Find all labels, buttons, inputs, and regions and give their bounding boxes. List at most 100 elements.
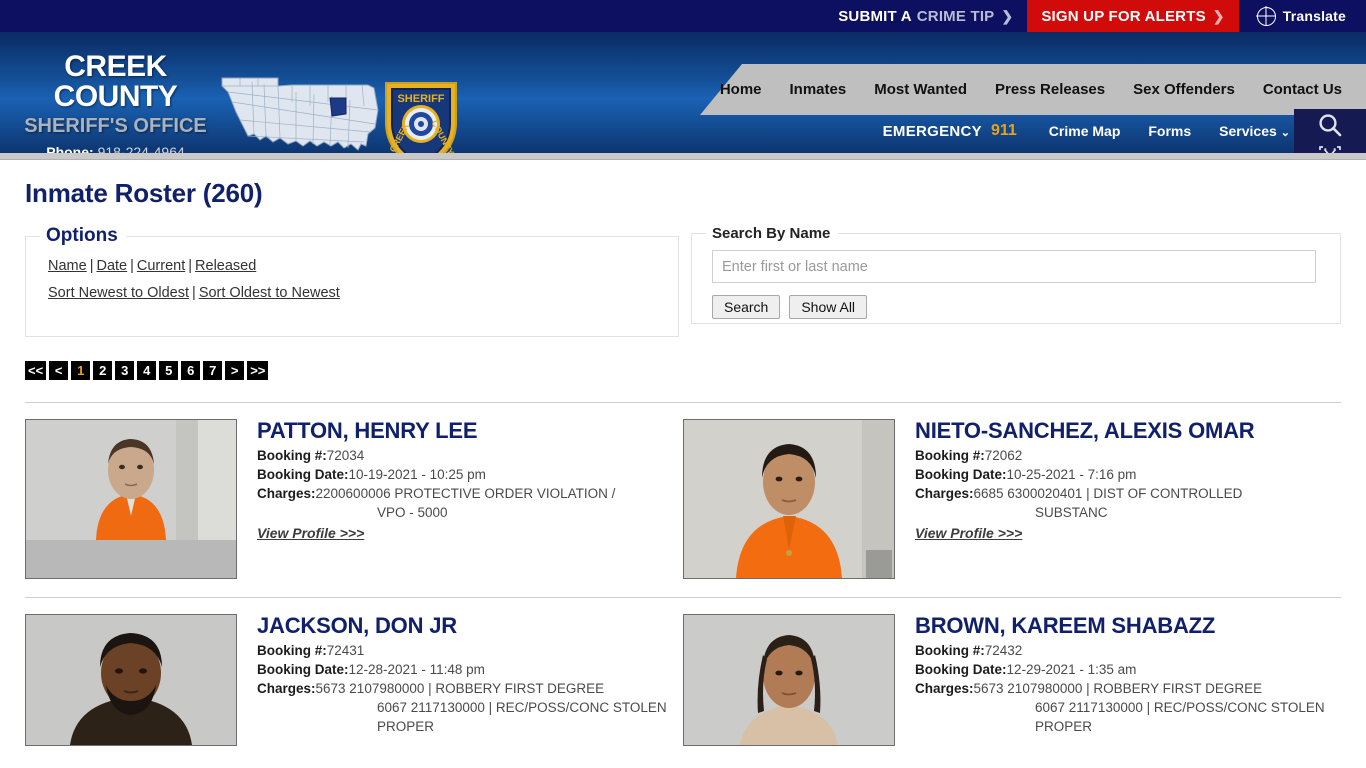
- pagination-last[interactable]: >>: [247, 361, 269, 380]
- show-all-button[interactable]: Show All: [789, 295, 868, 319]
- charges-line: 5673 2107980000 | ROBBERY FIRST DEGREE: [973, 680, 1263, 696]
- nav-item-forms[interactable]: Forms: [1134, 123, 1205, 139]
- view-profile-link[interactable]: View Profile >>>: [915, 525, 1022, 541]
- booking-number-label: Booking #:: [915, 447, 985, 463]
- roster-row: PATTON, HENRY LEE Booking #:72034 Bookin…: [25, 402, 1341, 579]
- emergency-label: EMERGENCY: [882, 122, 982, 140]
- search-legend: Search By Name: [711, 225, 831, 242]
- booking-number-label: Booking #:: [257, 447, 327, 463]
- agency-name-line2: SHERIFF'S OFFICE: [24, 115, 207, 137]
- nav-item-services[interactable]: Services ⌄: [1205, 123, 1304, 139]
- emergency-number: 911: [990, 122, 1017, 139]
- booking-number-label: Booking #:: [257, 642, 327, 658]
- inmate-mugshot[interactable]: [683, 614, 895, 746]
- inmate-info: BROWN, KAREEM SHABAZZ Booking #:72432 Bo…: [915, 614, 1341, 746]
- submit-crime-tip-link[interactable]: SUBMIT A CRIME TIP ❯: [824, 0, 1027, 32]
- page-title: Inmate Roster (260): [25, 178, 263, 208]
- chevron-down-icon: ⌄: [1280, 127, 1290, 139]
- inmate-mugshot[interactable]: [25, 419, 237, 579]
- pagination-page-4[interactable]: 4: [137, 361, 157, 380]
- inmate-booking-number-line: Booking #:72034: [257, 446, 683, 465]
- inmate-name[interactable]: BROWN, KAREEM SHABAZZ: [915, 614, 1341, 638]
- pagination-prev[interactable]: <: [49, 361, 69, 380]
- inmate-name[interactable]: NIETO-SANCHEZ, ALEXIS OMAR: [915, 419, 1341, 443]
- options-separator: |: [192, 285, 196, 301]
- options-separator: |: [130, 258, 134, 274]
- inmate-mugshot[interactable]: [25, 614, 237, 746]
- charges-label: Charges:: [257, 680, 316, 696]
- booking-date-value: 12-28-2021 - 11:48 pm: [348, 661, 485, 677]
- booking-date-value: 12-29-2021 - 1:35 am: [1006, 661, 1137, 677]
- pagination: << < 1 2 3 4 5 6 7 > >>: [25, 361, 1341, 380]
- pagination-page-5[interactable]: 5: [159, 361, 179, 380]
- submit-crime-tip-strong: SUBMIT A: [838, 7, 912, 25]
- sort-link-newest-to-oldest[interactable]: Sort Newest to Oldest: [48, 285, 189, 301]
- pagination-next[interactable]: >: [225, 361, 245, 380]
- booking-number-value: 72034: [326, 447, 365, 463]
- filter-link-date[interactable]: Date: [96, 258, 127, 274]
- pagination-first[interactable]: <<: [25, 361, 47, 380]
- nav-item-most-wanted[interactable]: Most Wanted: [860, 81, 981, 98]
- options-panel: Options Name | Date | Current | Released Sort …: [25, 225, 679, 337]
- nav-item-sex-offenders[interactable]: Sex Offenders: [1119, 81, 1249, 98]
- svg-text:SHERIFF: SHERIFF: [397, 93, 444, 105]
- inmate-card: NIETO-SANCHEZ, ALEXIS OMAR Booking #:720…: [683, 419, 1341, 579]
- booking-date-label: Booking Date:: [915, 661, 1007, 677]
- search-button[interactable]: Search: [711, 295, 781, 319]
- charges-line: VPO - 5000: [377, 504, 448, 520]
- nav-item-crime-map[interactable]: Crime Map: [1035, 123, 1135, 139]
- charges-label: Charges:: [257, 485, 316, 501]
- inmate-info: NIETO-SANCHEZ, ALEXIS OMAR Booking #:720…: [915, 419, 1341, 579]
- booking-date-label: Booking Date:: [257, 661, 349, 677]
- charges-line: 6067 2117130000 | REC/POSS/CONC STOLEN: [377, 699, 667, 715]
- nav-item-contact-us[interactable]: Contact Us: [1249, 81, 1356, 98]
- sort-link-oldest-to-newest[interactable]: Sort Oldest to Newest: [199, 285, 340, 301]
- nav-item-inmates[interactable]: Inmates: [776, 81, 861, 98]
- agency-brand[interactable]: CREEK COUNTY SHERIFF'S OFFICE Phone: 918…: [8, 52, 223, 154]
- charges-line: 2200600006 PROTECTIVE ORDER VIOLATION /: [315, 485, 616, 501]
- booking-number-value: 72062: [984, 447, 1023, 463]
- inmate-roster-list: PATTON, HENRY LEE Booking #:72034 Bookin…: [25, 402, 1341, 746]
- inmate-charges: Charges:2200600006 PROTECTIVE ORDER VIOL…: [257, 484, 683, 522]
- pagination-page-3[interactable]: 3: [115, 361, 135, 380]
- charges-line: SUBSTANC: [1035, 504, 1108, 520]
- phone-label: Phone:: [46, 144, 94, 153]
- inmate-booking-date-line: Booking Date:10-19-2021 - 10:25 pm: [257, 465, 683, 484]
- site-header: CREEK COUNTY SHERIFF'S OFFICE Phone: 918…: [0, 32, 1366, 153]
- booking-number-value: 72431: [326, 642, 365, 658]
- submit-crime-tip-dim: CRIME TIP: [916, 7, 995, 25]
- pagination-page-7[interactable]: 7: [203, 361, 223, 380]
- sign-up-for-alerts-link[interactable]: SIGN UP FOR ALERTS ❯: [1027, 0, 1239, 32]
- pagination-page-1[interactable]: 1: [71, 361, 91, 380]
- filter-link-current[interactable]: Current: [137, 258, 185, 274]
- filter-link-released[interactable]: Released: [195, 258, 256, 274]
- options-separator: |: [188, 258, 193, 274]
- pagination-page-6[interactable]: 6: [181, 361, 201, 380]
- search-share-box[interactable]: SHARE: [1294, 109, 1366, 153]
- pagination-page-2[interactable]: 2: [93, 361, 113, 380]
- oklahoma-map-icon: Oklahoma: [218, 72, 386, 153]
- inmate-name[interactable]: JACKSON, DON JR: [257, 614, 683, 638]
- nav-item-home[interactable]: Home: [706, 81, 776, 98]
- inmate-info: PATTON, HENRY LEE Booking #:72034 Bookin…: [257, 419, 683, 579]
- translate-link[interactable]: Translate: [1239, 0, 1366, 32]
- inmate-name[interactable]: PATTON, HENRY LEE: [257, 419, 683, 443]
- search-input[interactable]: [711, 250, 1316, 283]
- sign-up-for-alerts-label: SIGN UP FOR ALERTS: [1041, 7, 1206, 25]
- view-profile-link[interactable]: View Profile >>>: [257, 525, 364, 541]
- globe-icon: [1256, 6, 1276, 26]
- charges-label: Charges:: [915, 485, 974, 501]
- booking-number-label: Booking #:: [915, 642, 985, 658]
- share-icon[interactable]: [1317, 144, 1343, 153]
- chevron-right-icon: ❯: [1212, 7, 1225, 24]
- filter-link-name[interactable]: Name: [48, 258, 87, 274]
- agency-phone: Phone: 918-224-4964: [8, 144, 223, 153]
- options-sort-links: Sort Newest to Oldest | Sort Oldest to New…: [40, 280, 664, 307]
- phone-number: 918-224-4964: [97, 144, 185, 153]
- charges-line: 6685 6300020401 | DIST OF CONTROLLED: [973, 485, 1243, 501]
- inmate-mugshot[interactable]: [683, 419, 895, 579]
- search-icon[interactable]: [1317, 112, 1343, 143]
- nav-item-press-releases[interactable]: Press Releases: [981, 81, 1119, 98]
- inmate-charges: Charges:5673 2107980000 | ROBBERY FIRST …: [257, 679, 683, 736]
- charges-label: Charges:: [915, 680, 974, 696]
